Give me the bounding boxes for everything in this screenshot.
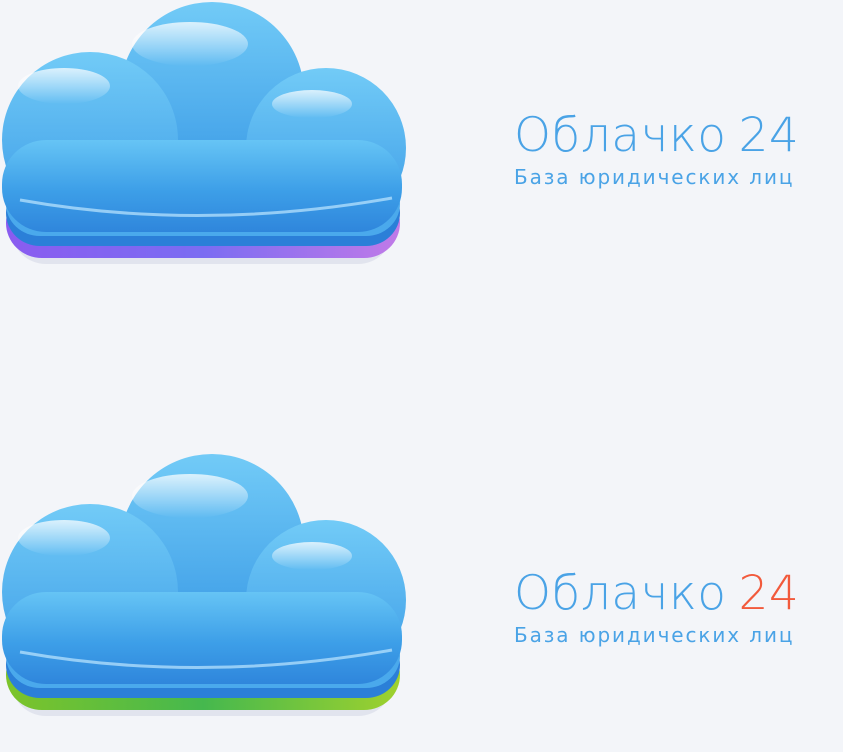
cloud-highlight-top bbox=[132, 474, 248, 518]
brand-name-text: Облачко bbox=[514, 108, 727, 163]
cloud-highlight-top bbox=[132, 22, 248, 66]
brand-name-text: Облачко bbox=[514, 566, 727, 621]
cloud-icon bbox=[2, 2, 406, 264]
logo-variant-green: Облачко 24 База юридических лиц bbox=[0, 452, 843, 752]
tagline: База юридических лиц bbox=[514, 623, 795, 647]
logo-variant-purple: Облачко 24 База юридических лиц bbox=[0, 0, 843, 300]
cloud-body bbox=[2, 140, 402, 232]
cloud-highlight-left bbox=[18, 520, 110, 556]
cloud-highlight-right bbox=[272, 542, 352, 570]
brand-number: 24 bbox=[738, 566, 800, 621]
brand-name: Облачко 24 bbox=[514, 566, 843, 622]
cloud-highlight-left bbox=[18, 68, 110, 104]
cloud-body bbox=[2, 592, 402, 684]
tagline: База юридических лиц bbox=[514, 165, 795, 189]
brand-name: Облачко 24 bbox=[514, 108, 843, 164]
brand-number: 24 bbox=[738, 108, 800, 163]
wordmark: Облачко 24 База юридических лиц bbox=[514, 566, 843, 648]
wordmark: Облачко 24 База юридических лиц bbox=[514, 108, 843, 190]
cloud-icon bbox=[2, 454, 406, 716]
cloud-highlight-right bbox=[272, 90, 352, 118]
